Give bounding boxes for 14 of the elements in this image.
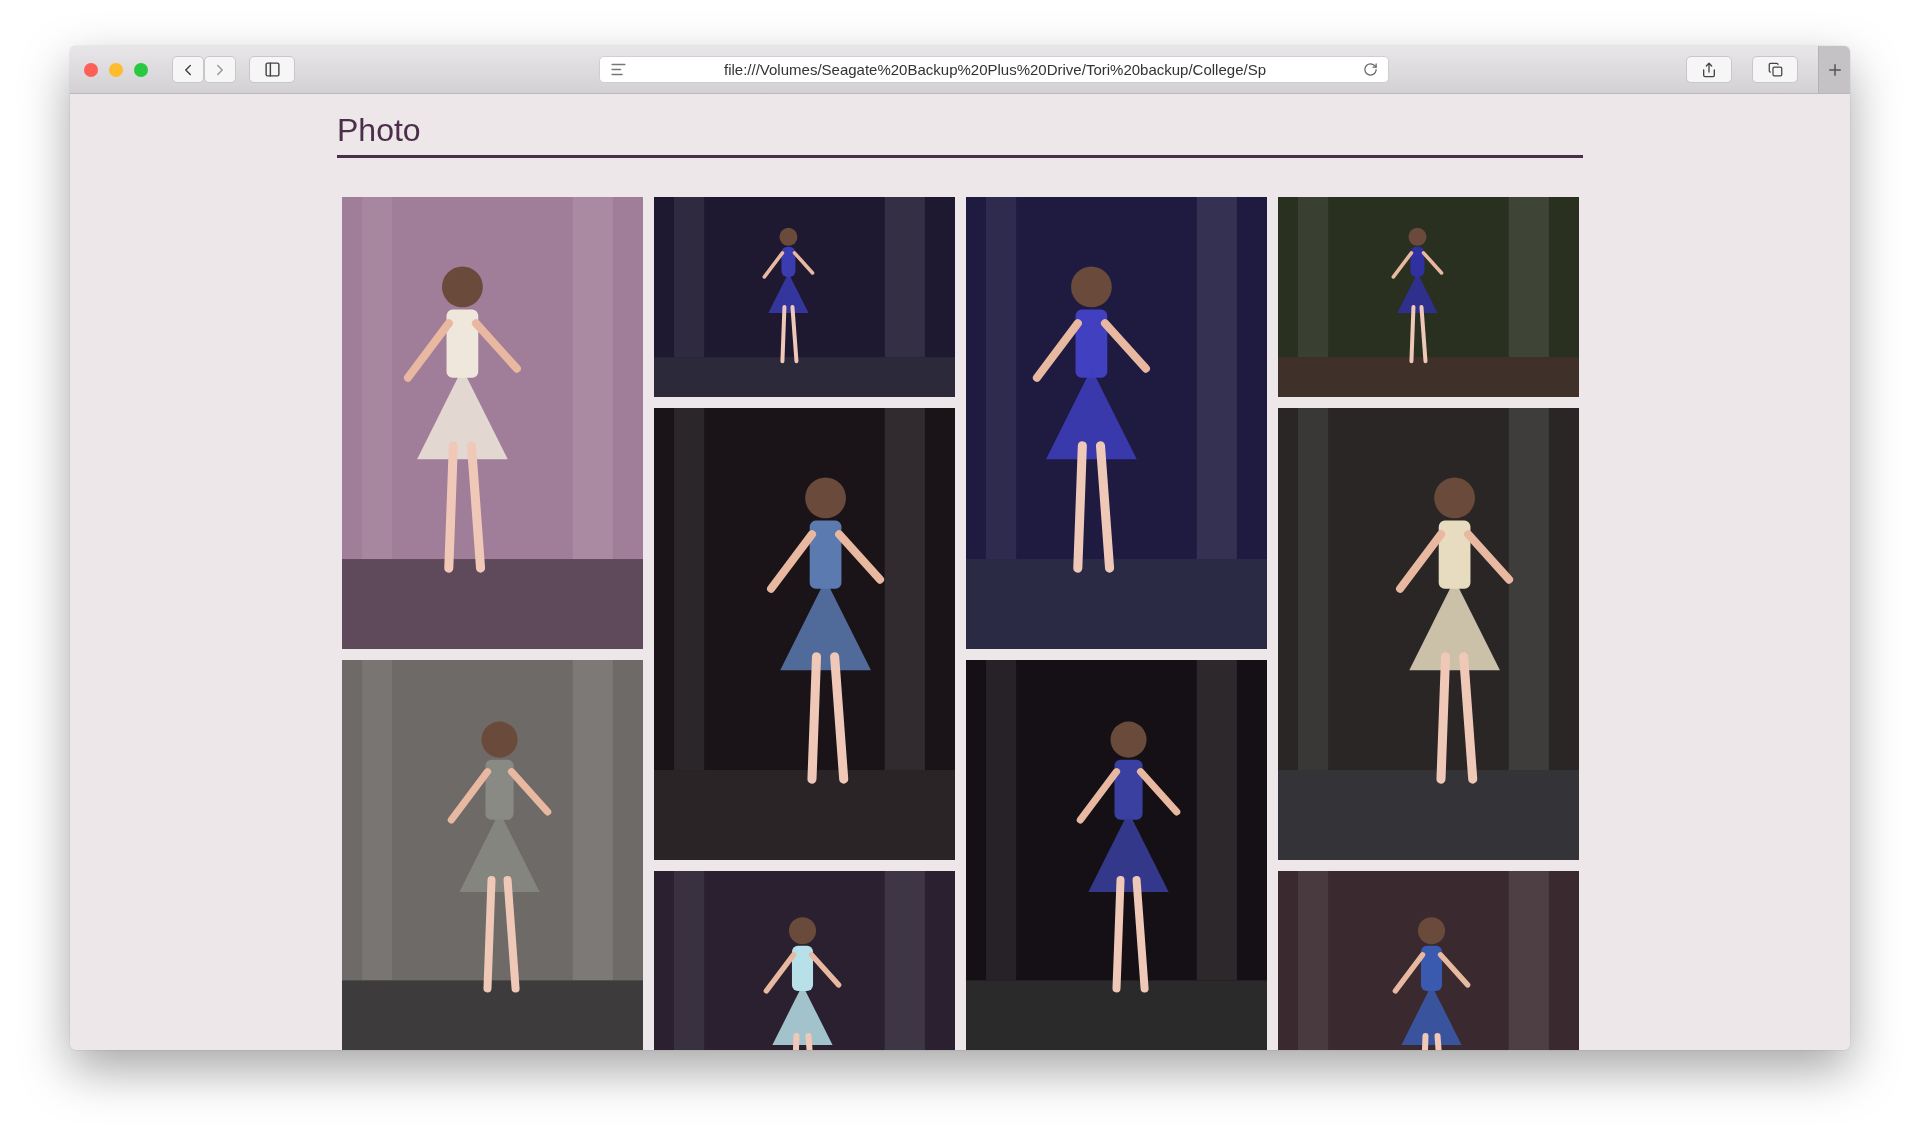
share-button[interactable] bbox=[1686, 56, 1732, 83]
url-text: file:///Volumes/Seagate%20Backup%20Plus%20Drive/Tori%20backup/College/Sp bbox=[723, 61, 1267, 78]
back-button[interactable] bbox=[172, 56, 204, 83]
reload-icon[interactable] bbox=[1363, 62, 1378, 77]
sidebar-icon bbox=[263, 61, 281, 78]
tabs-icon bbox=[1767, 62, 1783, 77]
address-bar[interactable]: file:///Volumes/Seagate%20Backup%20Plus%20Drive/Tori%20backup/College/Sp bbox=[599, 56, 1389, 83]
share-icon bbox=[1701, 61, 1717, 78]
tabs-button[interactable] bbox=[1752, 56, 1798, 83]
reader-icon[interactable] bbox=[610, 61, 627, 78]
sidebar-button[interactable] bbox=[249, 56, 295, 83]
new-tab-button[interactable] bbox=[1818, 46, 1850, 93]
close-button[interactable] bbox=[84, 62, 98, 77]
page-title: Photo bbox=[337, 112, 1583, 158]
